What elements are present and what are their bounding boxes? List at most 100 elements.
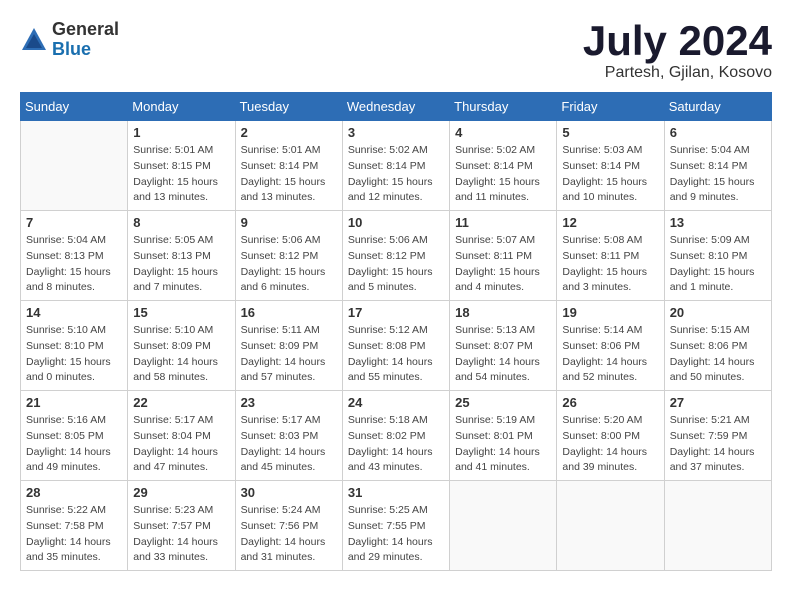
calendar-day-cell: 10 Sunrise: 5:06 AMSunset: 8:12 PMDayligh…: [342, 211, 449, 301]
calendar-day-cell: 15 Sunrise: 5:10 AMSunset: 8:09 PMDayligh…: [128, 301, 235, 391]
day-number: 30: [241, 485, 337, 500]
day-number: 16: [241, 305, 337, 320]
calendar-day-cell: 21 Sunrise: 5:16 AMSunset: 8:05 PMDayligh…: [21, 391, 128, 481]
day-info: Sunrise: 5:24 AMSunset: 7:56 PMDaylight:…: [241, 503, 337, 566]
day-number: 2: [241, 125, 337, 140]
day-info: Sunrise: 5:14 AMSunset: 8:06 PMDaylight:…: [562, 323, 658, 386]
day-info: Sunrise: 5:04 AMSunset: 8:14 PMDaylight:…: [670, 143, 766, 206]
day-number: 24: [348, 395, 444, 410]
calendar-day-cell: 7 Sunrise: 5:04 AMSunset: 8:13 PMDaylight…: [21, 211, 128, 301]
day-info: Sunrise: 5:10 AMSunset: 8:09 PMDaylight:…: [133, 323, 229, 386]
day-number: 25: [455, 395, 551, 410]
day-number: 28: [26, 485, 122, 500]
day-number: 10: [348, 215, 444, 230]
day-number: 5: [562, 125, 658, 140]
calendar-day-cell: 3 Sunrise: 5:02 AMSunset: 8:14 PMDaylight…: [342, 121, 449, 211]
day-of-week-header: Friday: [557, 93, 664, 121]
day-info: Sunrise: 5:05 AMSunset: 8:13 PMDaylight:…: [133, 233, 229, 296]
calendar-day-cell: [557, 481, 664, 571]
day-info: Sunrise: 5:08 AMSunset: 8:11 PMDaylight:…: [562, 233, 658, 296]
calendar-day-cell: 11Sunrise: 5:07 AMSunset: 8:11 PMDayligh…: [450, 211, 557, 301]
day-number: 6: [670, 125, 766, 140]
calendar-day-cell: 26Sunrise: 5:20 AMSunset: 8:00 PMDayligh…: [557, 391, 664, 481]
calendar-day-cell: 23 Sunrise: 5:17 AMSunset: 8:03 PMDayligh…: [235, 391, 342, 481]
day-info: Sunrise: 5:17 AMSunset: 8:03 PMDaylight:…: [241, 413, 337, 476]
calendar-day-cell: [21, 121, 128, 211]
day-info: Sunrise: 5:02 AMSunset: 8:14 PMDaylight:…: [348, 143, 444, 206]
day-of-week-header: Saturday: [664, 93, 771, 121]
day-info: Sunrise: 5:01 AMSunset: 8:14 PMDaylight:…: [241, 143, 337, 206]
calendar-day-cell: 30 Sunrise: 5:24 AMSunset: 7:56 PMDayligh…: [235, 481, 342, 571]
day-of-week-header: Sunday: [21, 93, 128, 121]
calendar-day-cell: [450, 481, 557, 571]
day-info: Sunrise: 5:18 AMSunset: 8:02 PMDaylight:…: [348, 413, 444, 476]
calendar-week-row: 21 Sunrise: 5:16 AMSunset: 8:05 PMDayligh…: [21, 391, 772, 481]
page-header: General Blue July 2024 Partesh, Gjilan, …: [20, 20, 772, 82]
calendar-day-cell: 6 Sunrise: 5:04 AMSunset: 8:14 PMDaylight…: [664, 121, 771, 211]
calendar-header-row: SundayMondayTuesdayWednesdayThursdayFrid…: [21, 93, 772, 121]
day-number: 19: [562, 305, 658, 320]
calendar-week-row: 7 Sunrise: 5:04 AMSunset: 8:13 PMDaylight…: [21, 211, 772, 301]
day-info: Sunrise: 5:15 AMSunset: 8:06 PMDaylight:…: [670, 323, 766, 386]
day-number: 12: [562, 215, 658, 230]
day-number: 9: [241, 215, 337, 230]
day-number: 23: [241, 395, 337, 410]
day-number: 18: [455, 305, 551, 320]
calendar-day-cell: 25Sunrise: 5:19 AMSunset: 8:01 PMDayligh…: [450, 391, 557, 481]
logo-blue: Blue: [52, 40, 119, 60]
day-info: Sunrise: 5:11 AMSunset: 8:09 PMDaylight:…: [241, 323, 337, 386]
day-info: Sunrise: 5:06 AMSunset: 8:12 PMDaylight:…: [241, 233, 337, 296]
logo-general: General: [52, 20, 119, 40]
logo-icon: [20, 26, 48, 54]
day-number: 17: [348, 305, 444, 320]
day-number: 31: [348, 485, 444, 500]
day-of-week-header: Thursday: [450, 93, 557, 121]
calendar-week-row: 14Sunrise: 5:10 AMSunset: 8:10 PMDayligh…: [21, 301, 772, 391]
calendar-day-cell: 28Sunrise: 5:22 AMSunset: 7:58 PMDayligh…: [21, 481, 128, 571]
day-info: Sunrise: 5:25 AMSunset: 7:55 PMDaylight:…: [348, 503, 444, 566]
day-number: 7: [26, 215, 122, 230]
month-year-title: July 2024: [583, 20, 772, 62]
day-number: 20: [670, 305, 766, 320]
day-info: Sunrise: 5:23 AMSunset: 7:57 PMDaylight:…: [133, 503, 229, 566]
calendar-day-cell: 9 Sunrise: 5:06 AMSunset: 8:12 PMDaylight…: [235, 211, 342, 301]
day-number: 1: [133, 125, 229, 140]
calendar-day-cell: 1Sunrise: 5:01 AMSunset: 8:15 PMDaylight…: [128, 121, 235, 211]
calendar-day-cell: 31 Sunrise: 5:25 AMSunset: 7:55 PMDayligh…: [342, 481, 449, 571]
day-number: 8: [133, 215, 229, 230]
calendar-day-cell: 22Sunrise: 5:17 AMSunset: 8:04 PMDayligh…: [128, 391, 235, 481]
day-number: 3: [348, 125, 444, 140]
day-of-week-header: Monday: [128, 93, 235, 121]
calendar-day-cell: [664, 481, 771, 571]
calendar-day-cell: 27 Sunrise: 5:21 AMSunset: 7:59 PMDayligh…: [664, 391, 771, 481]
title-block: July 2024 Partesh, Gjilan, Kosovo: [583, 20, 772, 82]
day-number: 4: [455, 125, 551, 140]
day-info: Sunrise: 5:02 AMSunset: 8:14 PMDaylight:…: [455, 143, 551, 206]
calendar-day-cell: 4 Sunrise: 5:02 AMSunset: 8:14 PMDaylight…: [450, 121, 557, 211]
calendar-day-cell: 20 Sunrise: 5:15 AMSunset: 8:06 PMDayligh…: [664, 301, 771, 391]
day-info: Sunrise: 5:21 AMSunset: 7:59 PMDaylight:…: [670, 413, 766, 476]
day-number: 27: [670, 395, 766, 410]
day-number: 13: [670, 215, 766, 230]
day-info: Sunrise: 5:03 AMSunset: 8:14 PMDaylight:…: [562, 143, 658, 206]
calendar-day-cell: 18Sunrise: 5:13 AMSunset: 8:07 PMDayligh…: [450, 301, 557, 391]
day-number: 29: [133, 485, 229, 500]
calendar-day-cell: 2 Sunrise: 5:01 AMSunset: 8:14 PMDaylight…: [235, 121, 342, 211]
day-info: Sunrise: 5:07 AMSunset: 8:11 PMDaylight:…: [455, 233, 551, 296]
day-info: Sunrise: 5:16 AMSunset: 8:05 PMDaylight:…: [26, 413, 122, 476]
day-of-week-header: Tuesday: [235, 93, 342, 121]
calendar-day-cell: 12 Sunrise: 5:08 AMSunset: 8:11 PMDayligh…: [557, 211, 664, 301]
day-info: Sunrise: 5:04 AMSunset: 8:13 PMDaylight:…: [26, 233, 122, 296]
logo: General Blue: [20, 20, 119, 60]
day-info: Sunrise: 5:09 AMSunset: 8:10 PMDaylight:…: [670, 233, 766, 296]
calendar-day-cell: 29 Sunrise: 5:23 AMSunset: 7:57 PMDayligh…: [128, 481, 235, 571]
day-info: Sunrise: 5:06 AMSunset: 8:12 PMDaylight:…: [348, 233, 444, 296]
day-number: 21: [26, 395, 122, 410]
day-info: Sunrise: 5:20 AMSunset: 8:00 PMDaylight:…: [562, 413, 658, 476]
day-number: 15: [133, 305, 229, 320]
calendar-week-row: 1Sunrise: 5:01 AMSunset: 8:15 PMDaylight…: [21, 121, 772, 211]
calendar-day-cell: 16 Sunrise: 5:11 AMSunset: 8:09 PMDayligh…: [235, 301, 342, 391]
day-info: Sunrise: 5:12 AMSunset: 8:08 PMDaylight:…: [348, 323, 444, 386]
day-number: 14: [26, 305, 122, 320]
calendar-week-row: 28Sunrise: 5:22 AMSunset: 7:58 PMDayligh…: [21, 481, 772, 571]
